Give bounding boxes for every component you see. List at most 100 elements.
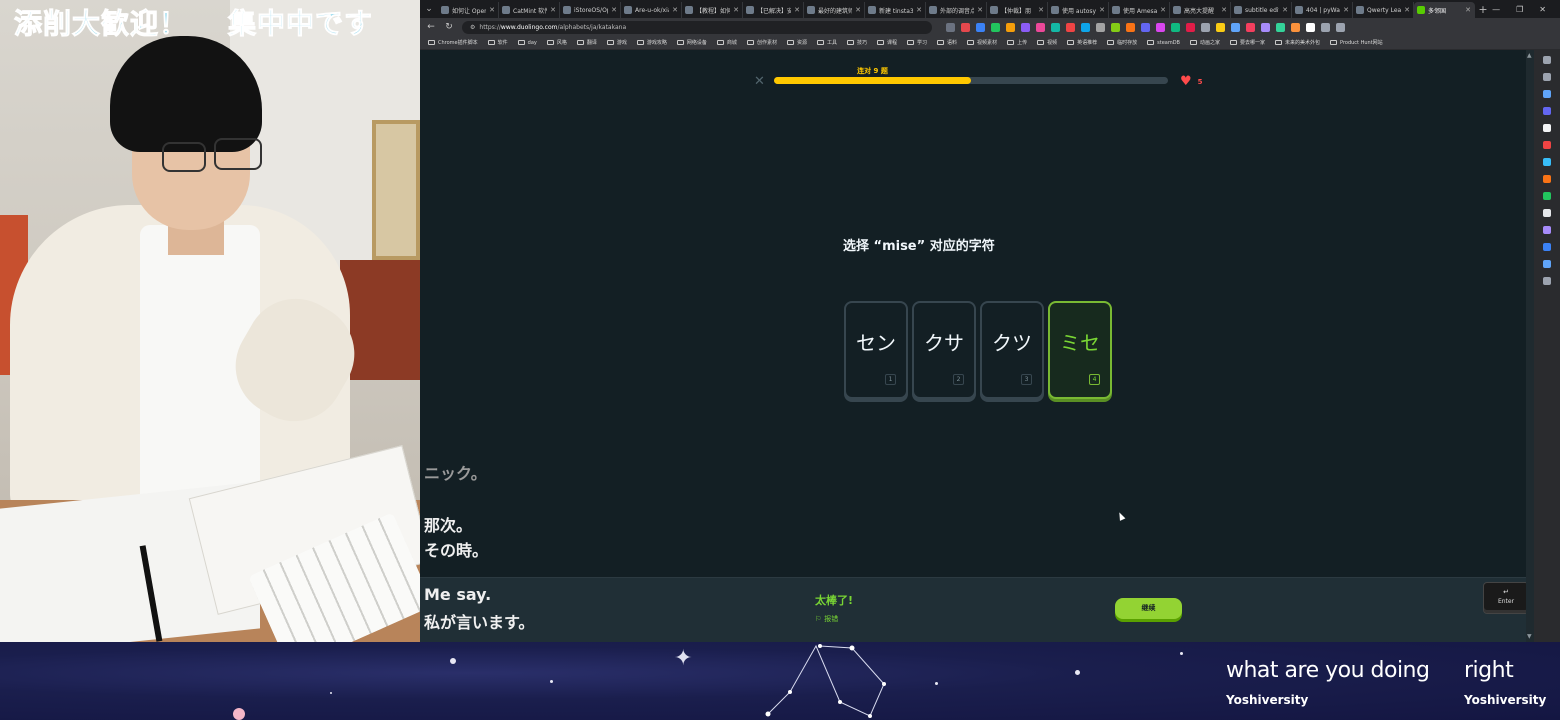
extension-icon[interactable] <box>1096 22 1105 32</box>
browser-tab[interactable]: 高亮大提醒 ✕ <box>1170 2 1231 18</box>
extension-icon[interactable] <box>1141 22 1150 32</box>
side-panel-icon[interactable] <box>1543 107 1551 115</box>
side-panel-icon[interactable] <box>1543 192 1551 200</box>
extension-icon[interactable] <box>1306 22 1315 32</box>
close-window-icon[interactable]: ✕ <box>1539 5 1546 14</box>
choice-card[interactable]: セン 1 <box>844 301 908 399</box>
browser-tab[interactable]: 【仲裁】朋 ✕ <box>987 2 1048 18</box>
side-panel-icon[interactable] <box>1543 90 1551 98</box>
address-bar[interactable]: ⚙ https://www.duolingo.com/alphabets/ja/… <box>462 20 932 34</box>
extension-icon[interactable] <box>1051 22 1060 32</box>
extension-icon[interactable] <box>1291 22 1300 32</box>
tab-close-icon[interactable]: ✕ <box>672 6 678 14</box>
browser-tab[interactable]: 404 | pyWav ✕ <box>1292 2 1353 18</box>
tab-close-icon[interactable]: ✕ <box>794 6 800 14</box>
tab-close-icon[interactable]: ✕ <box>855 6 861 14</box>
tab-close-icon[interactable]: ✕ <box>1404 6 1410 14</box>
site-info-icon[interactable]: ⚙ <box>470 24 475 31</box>
bookmark-item[interactable]: 视频素材 <box>967 39 997 46</box>
bookmark-item[interactable]: 语料 <box>937 39 957 46</box>
bookmark-item[interactable]: 翻译 <box>576 39 597 46</box>
extension-icon[interactable] <box>1156 22 1165 32</box>
extension-icon[interactable] <box>1261 22 1270 32</box>
bookmark-item[interactable]: Product Hunt网站 <box>1330 39 1383 46</box>
side-panel-icon[interactable] <box>1543 158 1551 166</box>
extension-icon[interactable] <box>1231 22 1240 32</box>
side-panel-icon[interactable] <box>1543 141 1551 149</box>
tab-close-icon[interactable]: ✕ <box>1465 6 1471 14</box>
bookmark-item[interactable]: 学习 <box>907 39 927 46</box>
bookmark-item[interactable]: 软件 <box>487 39 508 46</box>
choice-card[interactable]: クサ 2 <box>912 301 976 399</box>
bookmark-item[interactable]: steamDB <box>1147 40 1180 46</box>
browser-tab[interactable]: 外部的调音点 ✕ <box>926 2 987 18</box>
bookmark-item[interactable]: 英语推荐 <box>1067 39 1097 46</box>
browser-tab[interactable]: Are-u-ok/xiao✕ <box>621 2 682 18</box>
continue-button[interactable]: 继续 <box>1115 598 1182 619</box>
bookmark-item[interactable]: 资源 <box>786 39 807 46</box>
tab-close-icon[interactable]: ✕ <box>489 6 495 14</box>
tab-close-icon[interactable]: ✕ <box>1160 6 1166 14</box>
bookmark-item[interactable]: 网络设备 <box>676 39 707 46</box>
reload-icon[interactable]: ↻ <box>444 22 454 32</box>
tab-close-icon[interactable]: ✕ <box>1282 6 1288 14</box>
browser-tab[interactable]: 【已解决】安 ✕ <box>743 2 804 18</box>
tab-close-icon[interactable]: ✕ <box>977 6 983 14</box>
extension-icon[interactable] <box>1276 22 1285 32</box>
bookmark-item[interactable]: 临时存放 <box>1107 39 1137 46</box>
browser-tab[interactable]: subtitle edit ✕ <box>1231 2 1292 18</box>
bookmark-item[interactable]: Chrome插件脚本 <box>428 39 478 46</box>
bookmark-item[interactable]: 创作素材 <box>746 39 777 46</box>
bookmark-item[interactable]: 课程 <box>877 39 897 46</box>
bookmark-item[interactable]: 技巧 <box>846 39 867 46</box>
browser-tab[interactable]: 新建 tinsta360✕ <box>865 2 926 18</box>
menu-icon[interactable] <box>1336 22 1345 32</box>
extension-icon[interactable] <box>1021 22 1030 32</box>
extension-icon[interactable] <box>1111 22 1120 32</box>
extension-icon[interactable] <box>961 22 970 32</box>
tab-close-icon[interactable]: ✕ <box>550 6 556 14</box>
extension-icon[interactable] <box>991 22 1000 32</box>
new-tab-icon[interactable]: + <box>1475 3 1491 16</box>
tab-close-icon[interactable]: ✕ <box>1099 6 1105 14</box>
tab-close-icon[interactable]: ✕ <box>1038 6 1044 14</box>
back-icon[interactable]: ← <box>426 22 436 32</box>
tab-close-icon[interactable]: ✕ <box>733 6 739 14</box>
side-panel-icon[interactable] <box>1543 260 1551 268</box>
tab-close-icon[interactable]: ✕ <box>611 6 617 14</box>
extension-icon[interactable] <box>1006 22 1015 32</box>
close-lesson-icon[interactable]: ✕ <box>754 74 765 89</box>
maximize-icon[interactable]: ❐ <box>1516 5 1523 14</box>
minimize-icon[interactable]: — <box>1492 5 1500 14</box>
bookmark-item[interactable]: 未来的美术外包 <box>1275 39 1320 46</box>
bookmark-item[interactable]: 游戏攻略 <box>636 39 667 46</box>
side-panel-icon[interactable] <box>1543 209 1551 217</box>
page-scrollbar[interactable]: ▲ ▼ <box>1526 50 1534 642</box>
browser-tab[interactable]: 使用 autosync✕ <box>1048 2 1109 18</box>
browser-tab[interactable]: 多邻国 ✕ <box>1414 2 1475 18</box>
bookmark-item[interactable]: 工具 <box>816 39 837 46</box>
tab-close-icon[interactable]: ✕ <box>916 6 922 14</box>
extension-icon[interactable] <box>1036 22 1045 32</box>
install-icon[interactable] <box>946 22 955 32</box>
choice-card[interactable]: クツ 3 <box>980 301 1044 399</box>
extension-icon[interactable] <box>1066 22 1075 32</box>
profile-icon[interactable] <box>1321 22 1330 32</box>
browser-tab[interactable]: 最好的建筑师 ✕ <box>804 2 865 18</box>
side-panel-icon[interactable] <box>1543 226 1551 234</box>
browser-tab[interactable]: 使用 Amesa ✕ <box>1109 2 1170 18</box>
side-panel-icon[interactable] <box>1543 175 1551 183</box>
side-panel-add-icon[interactable] <box>1543 277 1551 285</box>
extension-icon[interactable] <box>1201 22 1210 32</box>
bookmark-item[interactable]: 要去哪一家 <box>1230 39 1265 46</box>
extension-icon[interactable] <box>1171 22 1180 32</box>
bookmark-item[interactable]: 商城 <box>716 39 737 46</box>
side-panel-icon[interactable] <box>1543 124 1551 132</box>
browser-tab[interactable]: 【教程】如何 ✕ <box>682 2 743 18</box>
extension-icon[interactable] <box>1186 22 1195 32</box>
report-button[interactable]: ⚐ 报错 <box>815 614 838 624</box>
scroll-up-icon[interactable]: ▲ <box>1527 52 1532 59</box>
scroll-down-icon[interactable]: ▼ <box>1527 633 1532 640</box>
choice-card[interactable]: ミセ 4 <box>1048 301 1112 399</box>
extension-icon[interactable] <box>1246 22 1255 32</box>
